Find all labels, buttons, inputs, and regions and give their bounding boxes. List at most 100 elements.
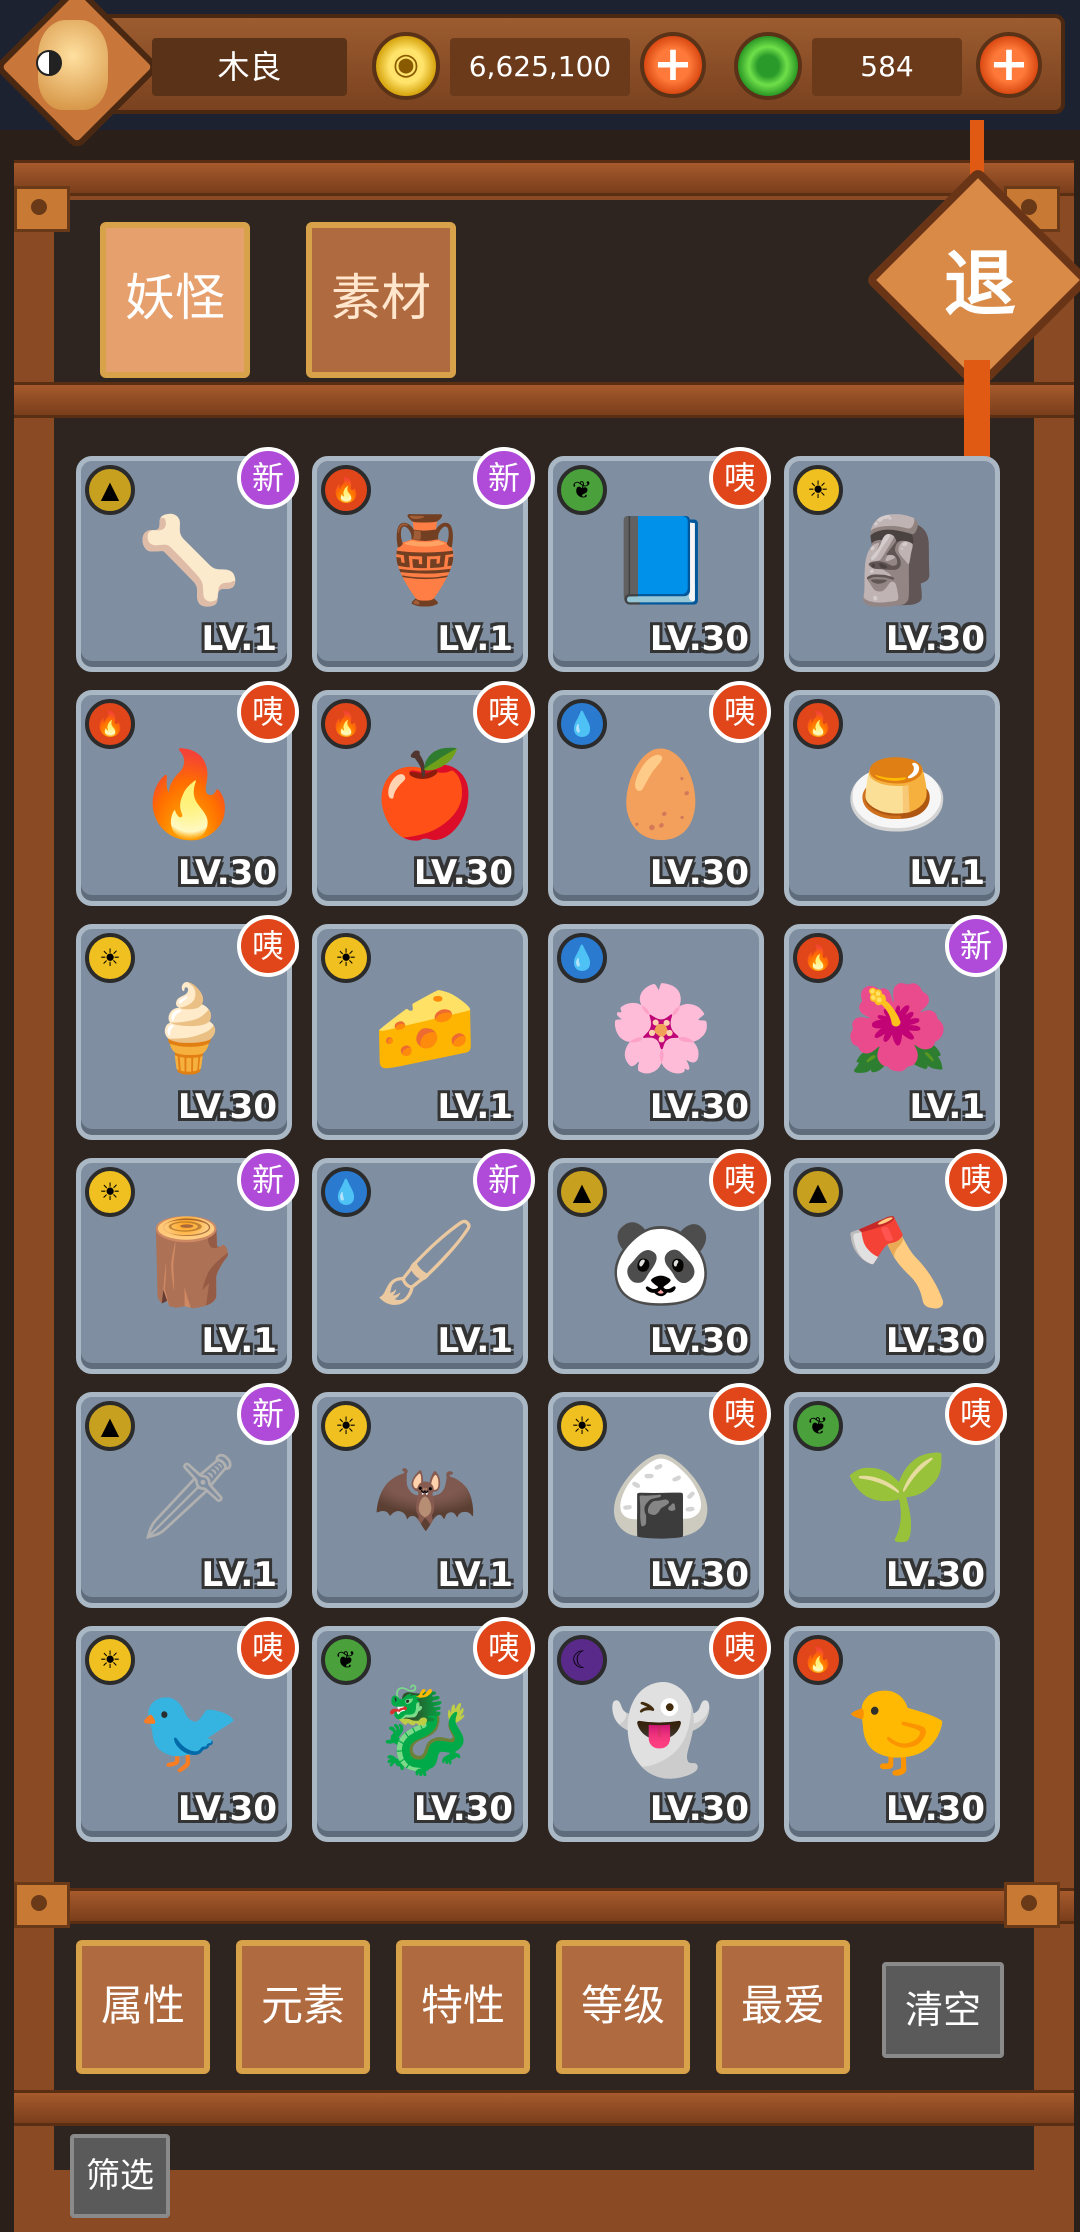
yokai-card[interactable]: 🔥 🔥 LV.30 咦 [76, 681, 299, 906]
filter-favorite-button[interactable]: 最爱 [716, 1940, 850, 2074]
yokai-card[interactable]: 💧 🖌 LV.1 新 [312, 1149, 535, 1374]
hot-badge: 咦 [237, 1617, 299, 1679]
new-badge: 新 [473, 447, 535, 509]
yokai-level: LV.30 [885, 1321, 985, 1361]
player-name: 木良 [152, 38, 347, 96]
add-jade-button[interactable]: + [976, 32, 1042, 98]
new-badge: 新 [237, 1149, 299, 1211]
coin-icon: ◉ [372, 32, 440, 100]
bolt-icon [14, 1882, 70, 1928]
yokai-card[interactable]: 💧 🌸 LV.30 [548, 924, 764, 1140]
filter-level-button[interactable]: 等级 [556, 1940, 690, 2074]
yokai-card[interactable]: 🔥 🍎 LV.30 咦 [312, 681, 535, 906]
yokai-portrait: 🪓 [844, 1212, 950, 1311]
add-coins-button[interactable]: + [640, 32, 706, 98]
yokai-portrait: 🖌 [371, 1212, 479, 1311]
yokai-level: LV.1 [201, 1555, 278, 1595]
yokai-portrait: 🍦 [136, 978, 242, 1077]
yokai-card[interactable]: 💧 🥚 LV.30 咦 [548, 681, 771, 906]
yokai-portrait: 🐤 [844, 1680, 950, 1779]
yokai-level: LV.30 [649, 853, 749, 893]
cabinet-filter-rail [14, 1888, 1074, 1924]
yokai-card[interactable]: ☀ 🧀 LV.1 [312, 924, 528, 1140]
yokai-card[interactable]: ❦ 🐉 LV.30 咦 [312, 1617, 535, 1842]
top-bar: 木良 ◉ 6,625,100 + 584 + [0, 0, 1080, 151]
hot-badge: 咦 [945, 1383, 1007, 1445]
new-badge: 新 [237, 1383, 299, 1445]
yokai-card[interactable]: ☀ 🍙 LV.30 咦 [548, 1383, 771, 1608]
tab-materials[interactable]: 素材 [306, 222, 456, 378]
yokai-portrait: 🗡 [135, 1446, 243, 1545]
yokai-level: LV.30 [413, 853, 513, 893]
yokai-level: LV.1 [437, 1087, 514, 1127]
hot-badge: 咦 [473, 681, 535, 743]
yokai-level: LV.30 [177, 1087, 277, 1127]
bolt-icon [1004, 1882, 1060, 1928]
yokai-card[interactable]: ☾ 👻 LV.30 咦 [548, 1617, 771, 1842]
yokai-card[interactable]: ☀ 🪵 LV.1 新 [76, 1149, 299, 1374]
yokai-portrait: 🪵 [136, 1212, 242, 1311]
jade-count: 584 [812, 38, 962, 96]
new-badge: 新 [473, 1149, 535, 1211]
yokai-portrait: 🍙 [608, 1446, 714, 1545]
yokai-card[interactable]: 🔥 🍮 LV.1 [784, 690, 1000, 906]
yokai-card[interactable]: ☀ 🍦 LV.30 咦 [76, 915, 299, 1140]
cabinet-top-rail [14, 160, 1074, 196]
yokai-card[interactable]: 🔥 🌺 LV.1 新 [784, 915, 1007, 1140]
coin-count: 6,625,100 [450, 38, 630, 96]
hot-badge: 咦 [709, 1383, 771, 1445]
tab-yokai[interactable]: 妖怪 [100, 222, 250, 378]
yokai-card[interactable]: 🔥 🐤 LV.30 [784, 1626, 1000, 1842]
yokai-card[interactable]: ▲ 🪓 LV.30 咦 [784, 1149, 1007, 1374]
yokai-level: LV.30 [649, 1087, 749, 1127]
exit-label: 退 [943, 242, 1016, 326]
yokai-level: LV.1 [201, 619, 278, 659]
yokai-portrait: 🦴 [136, 510, 242, 609]
yokai-portrait: 🧀 [372, 978, 478, 1077]
hot-badge: 咦 [237, 915, 299, 977]
yokai-card[interactable]: ▲ 🐼 LV.30 咦 [548, 1149, 771, 1374]
yokai-portrait: 📘 [608, 510, 714, 609]
yokai-card[interactable]: ❦ 🌱 LV.30 咦 [784, 1383, 1007, 1608]
yokai-level: LV.30 [177, 853, 277, 893]
yokai-level: LV.30 [413, 1789, 513, 1829]
yokai-card[interactable]: ▲ 🦴 LV.1 新 [76, 447, 299, 672]
yokai-portrait: 🍮 [844, 744, 950, 843]
yokai-level: LV.30 [885, 1555, 985, 1595]
yokai-portrait: 👻 [608, 1680, 714, 1779]
yokai-level: LV.1 [437, 1321, 514, 1361]
yokai-level: LV.30 [177, 1789, 277, 1829]
filter-element-button[interactable]: 元素 [236, 1940, 370, 2074]
hot-badge: 咦 [945, 1149, 1007, 1211]
filter-trait-button[interactable]: 特性 [396, 1940, 530, 2074]
filter-attribute-button[interactable]: 属性 [76, 1940, 210, 2074]
yokai-portrait: 🥚 [608, 744, 714, 843]
yokai-level: LV.30 [649, 1321, 749, 1361]
yokai-level: LV.30 [649, 1789, 749, 1829]
yokai-card[interactable]: ☀ 🐦 LV.30 咦 [76, 1617, 299, 1842]
yokai-card[interactable]: ❦ 📘 LV.30 咦 [548, 447, 771, 672]
clear-filter-button[interactable]: 清空 [882, 1962, 1004, 2058]
yokai-card[interactable]: ▲ 🗡 LV.1 新 [76, 1383, 299, 1608]
yokai-portrait: 🐼 [608, 1212, 714, 1311]
yokai-portrait: 🏺 [372, 510, 478, 609]
yokai-portrait: 🌺 [844, 978, 950, 1077]
yokai-level: LV.1 [909, 853, 986, 893]
hot-badge: 咦 [709, 1149, 771, 1211]
screen-button[interactable]: 筛选 [70, 2134, 170, 2218]
yokai-grid[interactable]: ▲ 🦴 LV.1 新 🔥 🏺 LV.1 新 ❦ 📘 LV.30 咦 ☀ 🗿 LV.30 🔥 🔥 LV.30 咦 🔥 🍎 L… [70, 420, 1010, 1890]
yokai-portrait: 🐉 [372, 1680, 478, 1779]
yokai-portrait: 🐦 [136, 1680, 242, 1779]
yokai-portrait: 🌸 [608, 978, 714, 1077]
yokai-level: LV.1 [437, 619, 514, 659]
bolt-icon [14, 186, 70, 232]
yokai-level: LV.30 [649, 619, 749, 659]
yokai-card[interactable]: ☀ 🗿 LV.30 [784, 456, 1000, 672]
yokai-card[interactable]: 🔥 🏺 LV.1 新 [312, 447, 535, 672]
yokai-card[interactable]: ☀ 🦇 LV.1 [312, 1392, 528, 1608]
yin-yang-icon [36, 50, 62, 76]
yokai-portrait: 🦇 [372, 1446, 478, 1545]
new-badge: 新 [945, 915, 1007, 977]
yokai-portrait: 🔥 [136, 744, 242, 843]
yokai-level: LV.30 [885, 1789, 985, 1829]
